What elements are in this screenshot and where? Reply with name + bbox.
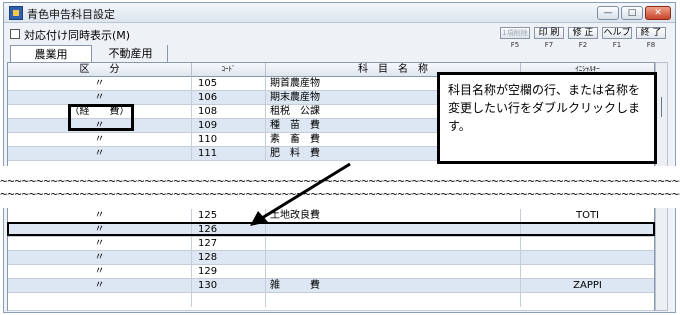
minimize-button[interactable]: — <box>597 6 619 20</box>
cell-kubun: 〃 <box>8 77 192 91</box>
help-button[interactable]: ヘルプ <box>602 27 632 39</box>
print-button[interactable]: 印 刷 <box>534 27 564 39</box>
cell-name[interactable] <box>266 237 521 251</box>
cell-name[interactable] <box>266 265 521 279</box>
cell-code: 109 <box>192 119 266 133</box>
fkey-edit[interactable]: 修 正 F2 <box>568 27 598 53</box>
header-kubun: 区 分 <box>8 63 192 77</box>
cell-initial <box>521 237 654 251</box>
cell-kubun: 〃 <box>8 279 192 293</box>
wave-line: ~~~~~~~~~~~~~~~~~~~~~~~~~~~~~~~~~~~~~~~~… <box>0 175 680 187</box>
cell-kubun <box>8 293 192 307</box>
fkey-print[interactable]: 印 刷 F7 <box>534 27 564 53</box>
scroll-thumb[interactable] <box>661 97 662 117</box>
wave-line: ~~~~~~~~~~~~~~~~~~~~~~~~~~~~~~~~~~~~~~~~… <box>0 188 680 200</box>
fkey-exit[interactable]: 終 了 F8 <box>636 27 666 53</box>
cell-kubun: 〃 <box>8 237 192 251</box>
delete-line-button[interactable]: 1項削除 <box>500 27 530 39</box>
cell-code: 110 <box>192 133 266 147</box>
fkey-delete-line[interactable]: 1項削除 F5 <box>500 27 530 53</box>
table-row[interactable]: 〃 128 <box>8 251 654 265</box>
cell-code: 105 <box>192 77 266 91</box>
selected-row-highlight <box>7 222 655 236</box>
fkey-code: F7 <box>544 41 554 49</box>
sync-display-label[interactable]: 対応付け同時表示(M) <box>24 27 130 43</box>
cell-initial: TOTI <box>575 210 600 221</box>
function-key-bar: 1項削除 F5 印 刷 F7 修 正 F2 ヘルプ F1 終 了 F8 <box>500 27 671 53</box>
cell-initial: ZAPPI <box>573 280 602 291</box>
cell-kubun: 〃 <box>8 251 192 265</box>
cell-code <box>192 293 266 307</box>
cell-code: 128 <box>192 251 266 265</box>
cell-kubun: 〃 <box>8 265 192 279</box>
maximize-button[interactable]: □ <box>621 6 643 20</box>
window-title: 青色申告科目設定 <box>27 8 115 21</box>
fkey-code: F8 <box>646 41 656 49</box>
cell-name[interactable]: 土地改良費 <box>266 209 521 223</box>
cell-code: 111 <box>192 147 266 161</box>
cell-code: 127 <box>192 237 266 251</box>
cell-name[interactable]: 雑 費 <box>266 279 521 293</box>
app-icon <box>9 6 23 20</box>
cell-code: 106 <box>192 91 266 105</box>
exit-button[interactable]: 終 了 <box>636 27 666 39</box>
table-row[interactable]: 〃 127 <box>8 237 654 251</box>
cell-initial <box>521 293 654 307</box>
cell-name[interactable] <box>266 293 521 307</box>
omission-break: ~~~~~~~~~~~~~~~~~~~~~~~~~~~~~~~~~~~~~~~~… <box>0 166 680 208</box>
cell-kubun: 〃 <box>8 133 192 147</box>
table-row[interactable]: 〃 130 雑 費 ZAPPI <box>8 279 654 293</box>
header-code: ｺｰﾄﾞ <box>192 63 266 77</box>
title-bar: 青色申告科目設定 — □ ✕ <box>4 3 675 23</box>
edit-button[interactable]: 修 正 <box>568 27 598 39</box>
sync-display-checkbox[interactable] <box>10 29 20 39</box>
cell-code: 129 <box>192 265 266 279</box>
cell-kubun: 〃 <box>8 91 192 105</box>
table-row-partial[interactable] <box>8 293 654 311</box>
expense-label-highlight <box>68 104 134 131</box>
cell-code: 130 <box>192 279 266 293</box>
table-row[interactable]: 〃 129 <box>8 265 654 279</box>
fkey-code: F1 <box>612 41 622 49</box>
table-row[interactable]: 〃 125 土地改良費 TOTI <box>8 209 654 223</box>
cell-initial <box>521 251 654 265</box>
cell-initial <box>521 265 654 279</box>
instruction-callout: 科目名称が空欄の行、または名称を変更したい行をダブルクリックします。 <box>437 72 657 164</box>
fkey-code: F5 <box>510 41 520 49</box>
cell-kubun: 〃 <box>8 209 192 223</box>
cell-kubun: 〃 <box>8 147 192 161</box>
fkey-code: F2 <box>578 41 588 49</box>
fkey-help[interactable]: ヘルプ F1 <box>602 27 632 53</box>
close-button[interactable]: ✕ <box>645 6 671 20</box>
cell-name[interactable] <box>266 251 521 265</box>
cell-code: 125 <box>192 209 266 223</box>
cell-code: 108 <box>192 105 266 119</box>
